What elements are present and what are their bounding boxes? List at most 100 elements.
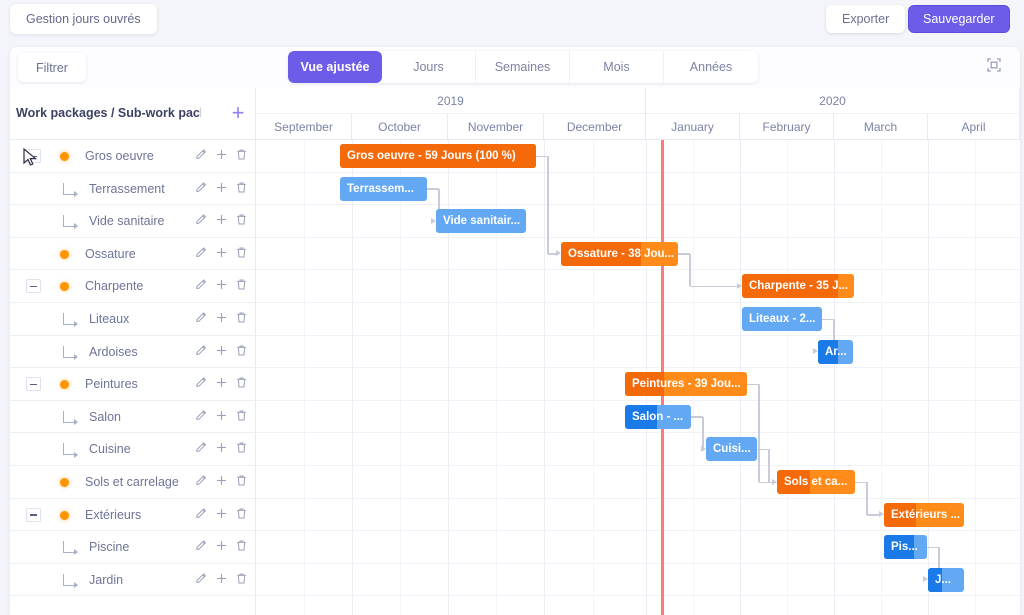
task-row[interactable]: Gros oeuvre xyxy=(10,140,256,173)
add-work-package-button[interactable]: + xyxy=(225,100,251,126)
trash-icon[interactable] xyxy=(235,246,248,259)
task-row[interactable]: Ossature xyxy=(10,238,256,271)
task-row[interactable]: Extérieurs xyxy=(10,499,256,532)
task-row-actions xyxy=(195,507,248,520)
gantt-bar[interactable]: Charpente - 35 J... xyxy=(742,274,854,299)
pencil-icon[interactable] xyxy=(195,311,208,324)
pencil-icon[interactable] xyxy=(195,409,208,422)
task-row[interactable]: Jardin xyxy=(10,564,256,597)
timeline-month-cell: September xyxy=(256,114,352,140)
gantt-bar[interactable]: Cuisi... xyxy=(706,437,757,462)
gantt-bar[interactable]: Liteaux - 2... xyxy=(742,307,822,331)
trash-icon[interactable] xyxy=(235,441,248,454)
plus-icon[interactable] xyxy=(215,148,228,161)
gantt-bar[interactable]: Peintures - 39 Jou... xyxy=(625,372,747,397)
timescale-tab-ann-es[interactable]: Années xyxy=(664,51,758,83)
gantt-bar[interactable]: Salon - ... xyxy=(625,404,691,429)
pencil-icon[interactable] xyxy=(195,441,208,454)
grid-line-vertical xyxy=(834,140,835,615)
trash-icon[interactable] xyxy=(235,507,248,520)
plus-icon[interactable] xyxy=(215,572,228,585)
collapse-toggle-button[interactable] xyxy=(26,279,41,294)
gantt-bar-label: Liteaux - 2... xyxy=(749,313,816,325)
plus-icon[interactable] xyxy=(215,181,228,194)
gantt-bar-label: Ossature - 38 Jou... xyxy=(568,247,675,260)
trash-icon[interactable] xyxy=(235,572,248,585)
gantt-bar[interactable]: Extérieurs ... xyxy=(884,502,964,527)
task-row[interactable]: Terrassement xyxy=(10,173,256,206)
gantt-bar[interactable]: Ossature - 38 Jou... xyxy=(561,241,678,266)
subtask-branch-icon xyxy=(63,541,78,556)
trash-icon[interactable] xyxy=(235,409,248,422)
pencil-icon[interactable] xyxy=(195,181,208,194)
gantt-bar[interactable]: Gros oeuvre - 59 Jours (100 %) xyxy=(340,144,536,168)
task-row[interactable]: Cuisine xyxy=(10,433,256,466)
pencil-icon[interactable] xyxy=(195,148,208,161)
project-name-chip[interactable]: Gestion jours ouvrés xyxy=(10,4,157,34)
timescale-tab-jours[interactable]: Jours xyxy=(382,51,476,83)
collapse-toggle-button[interactable] xyxy=(26,377,41,392)
gantt-bar[interactable]: Pis... xyxy=(884,535,927,560)
trash-icon[interactable] xyxy=(235,213,248,226)
plus-icon[interactable] xyxy=(215,376,228,389)
pencil-icon[interactable] xyxy=(195,278,208,291)
save-button[interactable]: Sauvegarder xyxy=(908,5,1010,33)
collapse-toggle-button[interactable] xyxy=(26,149,41,163)
plus-icon[interactable] xyxy=(215,278,228,291)
plus-icon[interactable] xyxy=(215,344,228,357)
plus-icon[interactable] xyxy=(215,246,228,259)
pencil-icon[interactable] xyxy=(195,213,208,226)
task-row[interactable]: Vide sanitaire xyxy=(10,205,256,238)
timescale-tab-semaines[interactable]: Semaines xyxy=(476,51,570,83)
grid-line-vertical-minor xyxy=(975,140,976,615)
fullscreen-icon[interactable] xyxy=(982,53,1006,77)
task-row[interactable]: Ardoises xyxy=(10,336,256,369)
pencil-icon[interactable] xyxy=(195,572,208,585)
pencil-icon[interactable] xyxy=(195,344,208,357)
filter-button[interactable]: Filtrer xyxy=(18,53,86,82)
grid-line-horizontal xyxy=(256,530,1020,532)
pencil-icon[interactable] xyxy=(195,539,208,552)
trash-icon[interactable] xyxy=(235,148,248,161)
pencil-icon[interactable] xyxy=(195,246,208,259)
timescale-tab-vue-ajust-e[interactable]: Vue ajustée xyxy=(288,51,382,83)
trash-icon[interactable] xyxy=(235,181,248,194)
task-row-actions xyxy=(195,148,248,161)
trash-icon[interactable] xyxy=(235,474,248,487)
plus-icon[interactable] xyxy=(215,474,228,487)
pencil-icon[interactable] xyxy=(195,474,208,487)
task-row[interactable]: Salon xyxy=(10,401,256,434)
plus-icon[interactable] xyxy=(215,539,228,552)
task-row[interactable]: Charpente xyxy=(10,270,256,303)
gantt-bar[interactable]: J... xyxy=(928,567,964,592)
timescale-tab-mois[interactable]: Mois xyxy=(570,51,664,83)
status-dot xyxy=(60,249,69,259)
plus-icon[interactable] xyxy=(215,507,228,520)
collapse-toggle-button[interactable] xyxy=(26,507,41,522)
grid-line-vertical-minor xyxy=(304,140,305,615)
task-label: Extérieurs xyxy=(85,507,142,522)
task-row[interactable]: Piscine xyxy=(10,531,256,564)
task-row[interactable]: Peintures xyxy=(10,368,256,401)
gantt-bar[interactable]: Ar... xyxy=(818,339,853,364)
pencil-icon[interactable] xyxy=(195,376,208,389)
plus-icon[interactable] xyxy=(215,213,228,226)
plus-icon[interactable] xyxy=(215,311,228,324)
trash-icon[interactable] xyxy=(235,278,248,291)
trash-icon[interactable] xyxy=(235,539,248,552)
trash-icon[interactable] xyxy=(235,311,248,324)
trash-icon[interactable] xyxy=(235,344,248,357)
task-row[interactable]: Sols et carrelage xyxy=(10,466,256,499)
pencil-icon[interactable] xyxy=(195,507,208,520)
task-label: Charpente xyxy=(85,279,144,294)
grid-line-horizontal xyxy=(256,562,1020,564)
plus-icon[interactable] xyxy=(215,441,228,454)
gantt-bar[interactable]: Vide sanitair... xyxy=(436,209,526,234)
task-row[interactable]: Liteaux xyxy=(10,303,256,336)
gantt-bar[interactable]: Terrassem... xyxy=(340,176,427,201)
gantt-bar[interactable]: Sols et ca... xyxy=(777,470,855,494)
export-button[interactable]: Exporter xyxy=(826,5,906,33)
grid-line-horizontal xyxy=(256,171,1020,173)
trash-icon[interactable] xyxy=(235,376,248,389)
plus-icon[interactable] xyxy=(215,409,228,422)
